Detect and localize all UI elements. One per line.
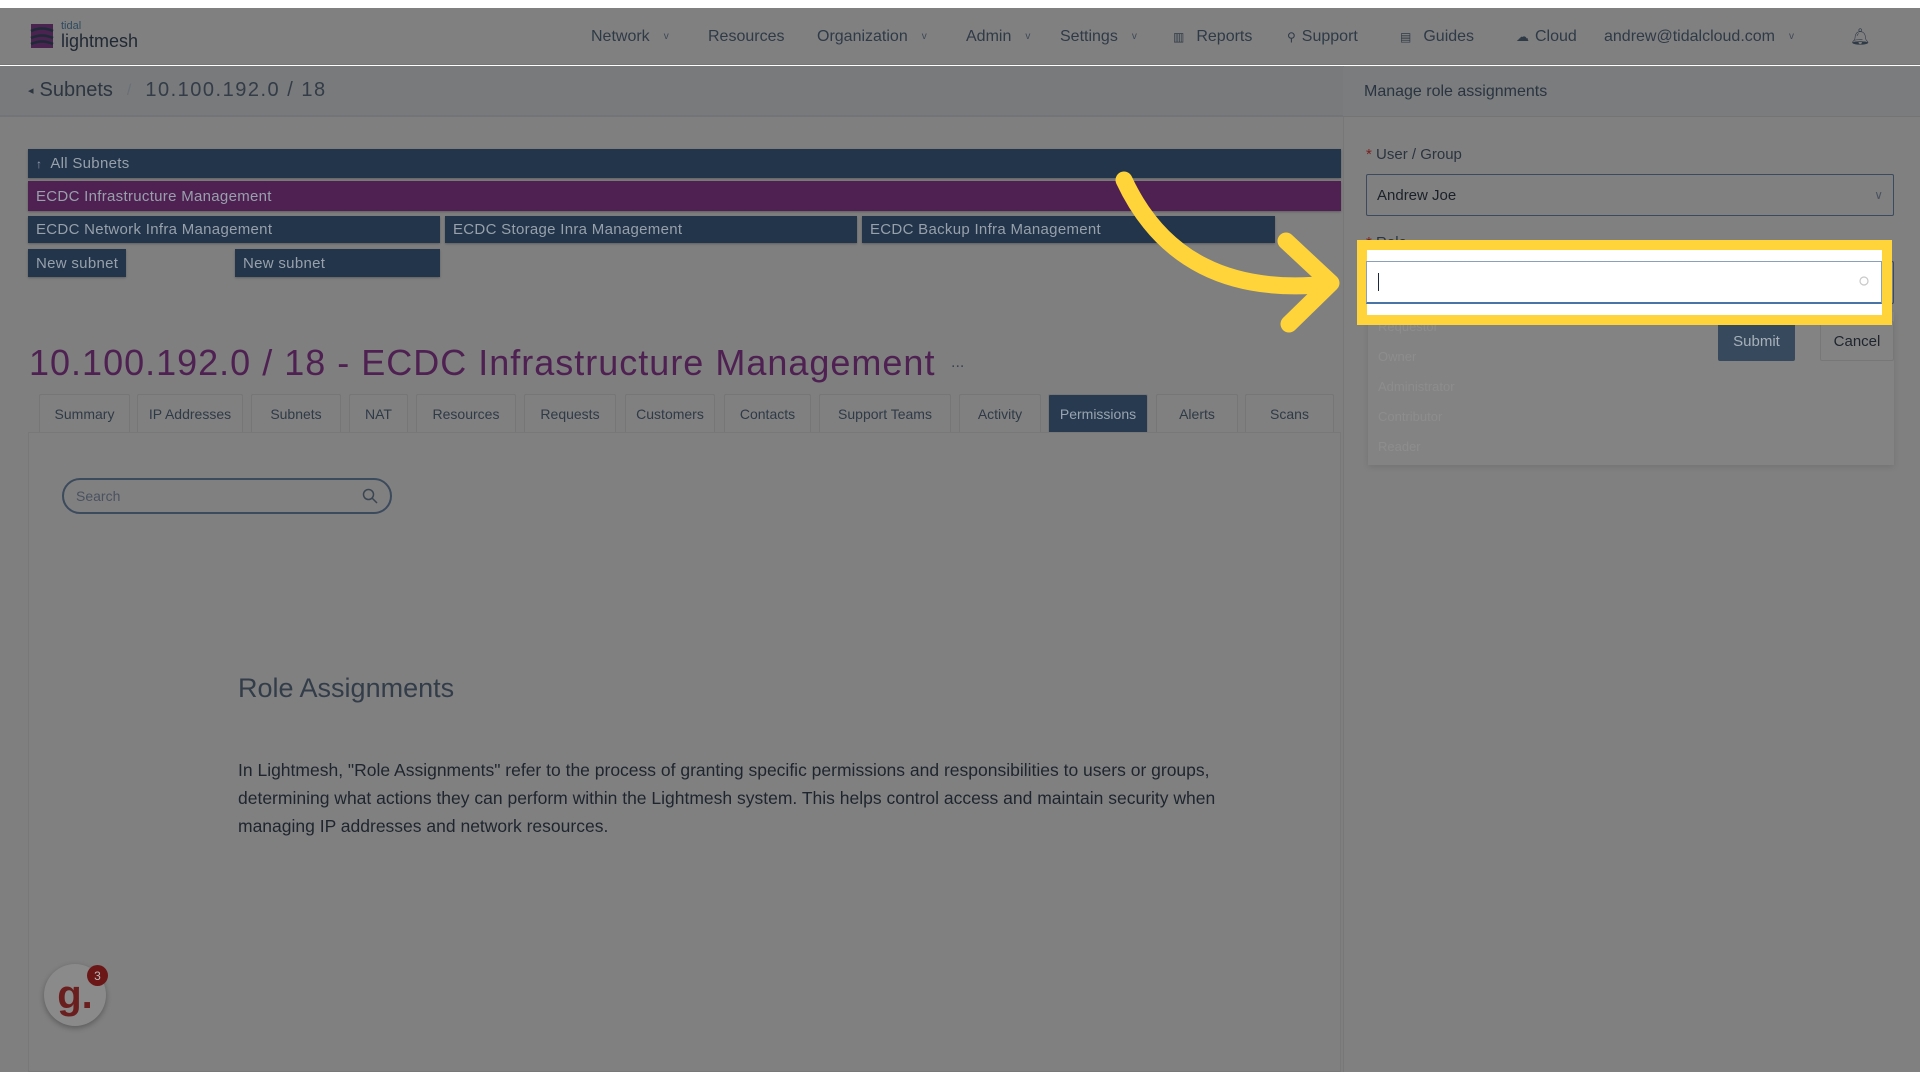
permissions-content xyxy=(28,432,1341,1072)
wrench-icon: ⚲ xyxy=(1287,29,1296,44)
breadcrumb-current: 10.100.192.0 / 18 xyxy=(145,79,327,101)
bar-chart-icon: ▥ xyxy=(1173,29,1185,44)
role-search-input[interactable] xyxy=(1366,261,1882,304)
bell-icon[interactable]: 🔔︎ xyxy=(1850,8,1870,65)
chevron-down-icon: v xyxy=(921,31,927,42)
notification-badge: 3 xyxy=(87,965,108,986)
panel-header: Manage role assignments xyxy=(1343,67,1920,117)
subnet-child[interactable]: ECDC Storage Inra Management xyxy=(445,216,857,243)
user-menu[interactable]: andrew@tidalcloud.com v xyxy=(1604,8,1794,65)
subnet-child[interactable]: ECDC Backup Infra Management xyxy=(862,216,1275,243)
nav-resources[interactable]: Resources xyxy=(708,8,784,65)
submit-button[interactable]: Submit xyxy=(1718,321,1795,361)
tab-requests[interactable]: Requests xyxy=(524,394,616,432)
nav-network[interactable]: Network v xyxy=(591,8,669,65)
search-icon xyxy=(1859,276,1869,286)
more-options-button[interactable]: ... xyxy=(951,354,964,372)
role-option[interactable]: Contributor xyxy=(1378,409,1442,424)
tab-alerts[interactable]: Alerts xyxy=(1156,394,1238,432)
nav-organization[interactable]: Organization v xyxy=(817,8,927,65)
user-group-label: * User / Group xyxy=(1366,146,1462,163)
tab-activity[interactable]: Activity xyxy=(959,394,1041,432)
new-subnet-button[interactable]: New subnet xyxy=(235,249,440,277)
chevron-down-icon: v xyxy=(1789,31,1794,42)
role-option[interactable]: Administrator xyxy=(1378,379,1455,394)
role-option[interactable]: Reader xyxy=(1378,439,1421,454)
nav-guides[interactable]: ▤ Guides xyxy=(1400,8,1474,65)
chevron-down-icon: v xyxy=(663,31,669,42)
subnet-all-subnets[interactable]: ↑ All Subnets xyxy=(28,149,1341,178)
role-option[interactable]: Owner xyxy=(1378,349,1416,364)
brand-name: lightmesh xyxy=(61,31,139,51)
cloud-icon: ☁ xyxy=(1516,28,1529,44)
tab-permissions[interactable]: Permissions xyxy=(1048,394,1148,432)
nav-reports[interactable]: ▥ Reports xyxy=(1173,8,1252,65)
user-group-select[interactable]: Andrew Joe ∨ xyxy=(1366,174,1894,216)
search-icon xyxy=(362,488,378,504)
section-title: Role Assignments xyxy=(238,673,455,703)
book-icon: ▤ xyxy=(1400,29,1412,44)
nav-settings[interactable]: Settings v xyxy=(1060,8,1137,65)
caret-left-icon: ◂ xyxy=(28,85,34,97)
tab-subnets[interactable]: Subnets xyxy=(251,394,341,432)
panel-title: Manage role assignments xyxy=(1364,83,1548,100)
chevron-down-icon: v xyxy=(1131,31,1137,42)
tab-ip-addresses[interactable]: IP Addresses xyxy=(137,394,243,432)
nav-cloud[interactable]: ☁ Cloud xyxy=(1516,8,1577,65)
role-assignment-panel xyxy=(1343,66,1920,1072)
nav-admin[interactable]: Admin v xyxy=(966,8,1030,65)
arrow-up-icon: ↑ xyxy=(36,156,43,171)
tab-resources[interactable]: Resources xyxy=(416,394,516,432)
tab-customers[interactable]: Customers xyxy=(625,394,715,432)
page-title: 10.100.192.0 / 18 - ECDC Infrastructure … xyxy=(29,342,936,383)
search-input[interactable]: Search xyxy=(62,478,392,514)
tab-scans[interactable]: Scans xyxy=(1245,394,1334,432)
tab-support-teams[interactable]: Support Teams xyxy=(819,394,951,432)
top-nav: tidal lightmesh Network v Resources Organ… xyxy=(0,8,1920,65)
tab-contacts[interactable]: Contacts xyxy=(724,394,811,432)
text-cursor xyxy=(1378,273,1379,291)
chevron-down-icon: v xyxy=(1025,31,1031,42)
nav-support[interactable]: ⚲ Support xyxy=(1287,8,1358,65)
subnet-child[interactable]: ECDC Network Infra Management xyxy=(28,216,440,243)
tab-nat[interactable]: NAT xyxy=(349,394,408,432)
logo[interactable]: tidal lightmesh xyxy=(29,21,138,50)
bottom-strip xyxy=(0,1072,1920,1080)
new-subnet-button[interactable]: New subnet xyxy=(28,249,126,277)
cancel-button[interactable]: Cancel xyxy=(1820,321,1894,361)
subnet-current[interactable]: ECDC Infrastructure Management xyxy=(28,181,1341,211)
tab-summary[interactable]: Summary xyxy=(39,394,130,432)
lightmesh-logo-icon xyxy=(30,23,54,48)
chevron-down-icon: ∨ xyxy=(1874,188,1883,202)
breadcrumb-subnets-link[interactable]: Subnets xyxy=(40,79,113,102)
breadcrumb: ◂ Subnets / 10.100.192.0 / 18 xyxy=(0,66,1343,117)
section-description: In Lightmesh, "Role Assignments" refer t… xyxy=(238,760,1216,836)
